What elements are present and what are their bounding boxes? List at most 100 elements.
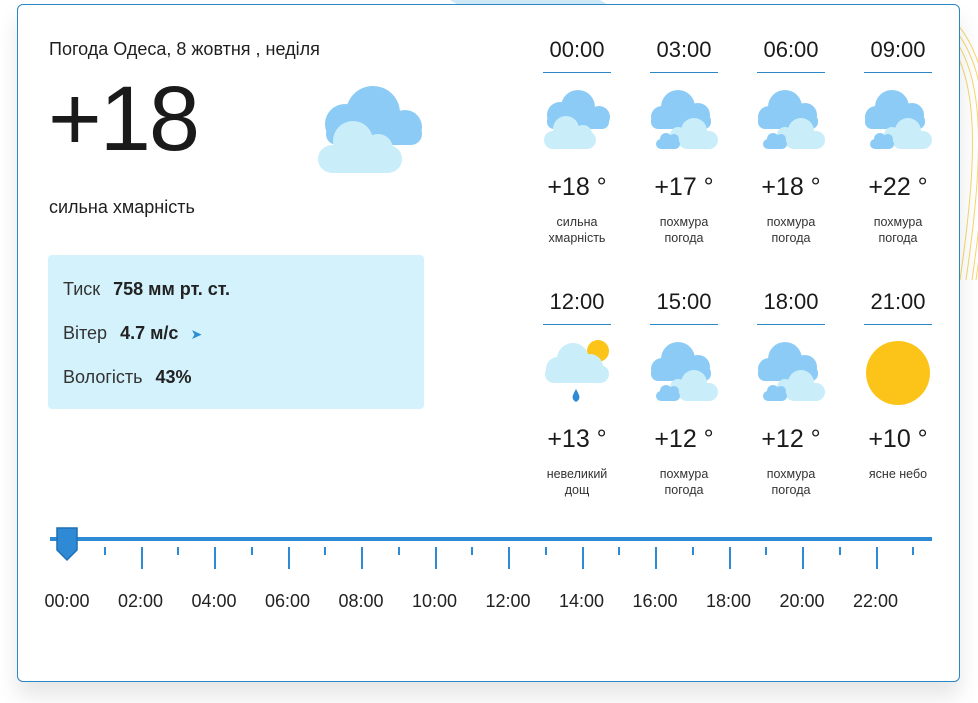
hourly-forecast-item: 03:00 +17 ° похмура погода: [639, 37, 729, 246]
weather-card: Погода Одеса, 8 жовтня , неділя +18 силь…: [17, 4, 960, 682]
cloudy-icon: [650, 87, 718, 160]
hour-temperature: +18 °: [761, 173, 821, 201]
sun-icon: [864, 339, 932, 412]
hourly-forecast-item: 00:00 +18 ° сильна хмарність: [532, 37, 622, 246]
humidity-label: Вологість: [63, 367, 143, 387]
hour-divider: [757, 324, 825, 325]
time-slider-tick: [214, 547, 216, 569]
hour-divider: [864, 72, 932, 73]
cloudy-icon: [757, 339, 825, 412]
time-slider-label[interactable]: 06:00: [253, 591, 323, 612]
time-slider-tick: [177, 547, 180, 555]
wind-row: Вітер 4.7 м/с ➤: [63, 323, 202, 344]
time-slider-label[interactable]: 22:00: [841, 591, 911, 612]
time-slider-tick: [103, 547, 106, 555]
cloudy-icon: [650, 339, 718, 412]
current-temperature: +18: [48, 68, 200, 170]
time-slider-label[interactable]: 14:00: [547, 591, 617, 612]
hour-time: 06:00: [763, 37, 819, 62]
hour-divider: [543, 72, 611, 73]
hour-condition-line: похмура: [659, 467, 709, 481]
time-slider-tick: [581, 547, 584, 569]
hour-condition-line: сильна: [556, 215, 598, 229]
time-slider-tick: [434, 547, 437, 569]
time-slider-tick: [838, 547, 841, 555]
hour-condition: похмура погода: [746, 466, 836, 498]
time-slider-tick: [802, 547, 804, 569]
time-slider-tick: [508, 547, 510, 569]
hour-condition-line: похмура: [766, 215, 816, 229]
hour-time: 21:00: [870, 289, 926, 314]
wind-label: Вітер: [63, 323, 108, 343]
hour-divider: [864, 324, 932, 325]
time-slider-track[interactable]: [50, 537, 932, 541]
cloudy-icon: [864, 87, 932, 160]
time-slider-tick: [728, 547, 731, 569]
time-slider-label[interactable]: 08:00: [326, 591, 396, 612]
hourly-forecast-item: 21:00 +10 ° ясне небо: [853, 289, 943, 482]
time-slider-label[interactable]: 12:00: [473, 591, 543, 612]
time-slider-tick: [691, 547, 694, 555]
hour-divider: [650, 72, 718, 73]
hour-condition-line: погода: [664, 231, 704, 245]
time-slider-tick: [140, 547, 143, 569]
cloud-icon: [318, 86, 422, 173]
time-slider-tick: [324, 547, 327, 555]
hourly-forecast-item: 18:00 +12 ° похмура погода: [746, 289, 836, 498]
hour-temperature: +18 °: [547, 173, 607, 201]
page-title: Погода Одеса, 8 жовтня , неділя: [49, 39, 320, 59]
hour-time: 12:00: [549, 289, 605, 314]
time-slider-label[interactable]: 02:00: [106, 591, 176, 612]
hour-temperature: +12 °: [654, 425, 714, 453]
details-panel: Тиск 758 мм рт. ст. Вітер 4.7 м/с ➤ Воло…: [48, 255, 424, 409]
time-slider-tick: [875, 547, 878, 569]
hour-divider: [650, 324, 718, 325]
hour-time: 09:00: [870, 37, 926, 62]
hour-condition: похмура погода: [639, 214, 729, 246]
hour-condition-line: хмарність: [548, 231, 606, 245]
time-slider-tick: [912, 547, 915, 555]
time-slider-tick: [471, 547, 474, 555]
hour-temperature: +13 °: [547, 425, 607, 453]
hour-condition: похмура погода: [746, 214, 836, 246]
time-slider-tick: [397, 547, 400, 555]
overcast-cloud-icon: [543, 87, 611, 160]
hour-condition-line: погода: [771, 231, 811, 245]
current-condition: сильна хмарність: [49, 197, 195, 217]
wind-value: 4.7 м/с: [120, 323, 179, 343]
hour-temperature: +10 °: [868, 425, 928, 453]
time-slider-label[interactable]: 20:00: [767, 591, 837, 612]
time-slider-tick: [765, 547, 768, 555]
hourly-forecast-item: 09:00 +22 ° похмура погода: [853, 37, 943, 246]
hour-divider: [757, 72, 825, 73]
time-slider-label[interactable]: 18:00: [694, 591, 764, 612]
hour-temperature: +17 °: [654, 173, 714, 201]
hour-condition-line: похмура: [873, 215, 923, 229]
hour-time: 00:00: [549, 37, 605, 62]
hour-condition-line: погода: [878, 231, 918, 245]
hour-condition: ясне небо: [853, 466, 943, 482]
time-slider-label[interactable]: 04:00: [179, 591, 249, 612]
hour-temperature: +12 °: [761, 425, 821, 453]
hour-time: 18:00: [763, 289, 819, 314]
hour-condition-line: похмура: [659, 215, 709, 229]
time-slider-handle[interactable]: [54, 526, 80, 562]
hour-condition-line: невеликий: [546, 467, 608, 481]
pressure-value: 758 мм рт. ст.: [113, 279, 231, 299]
pressure-row: Тиск 758 мм рт. ст.: [63, 279, 230, 300]
hour-condition: сильна хмарність: [532, 214, 622, 246]
time-slider-tick: [655, 547, 657, 569]
time-slider-label[interactable]: 00:00: [32, 591, 102, 612]
cloudy-icon: [757, 87, 825, 160]
hour-condition-line: погода: [664, 483, 704, 497]
time-slider-tick: [361, 547, 363, 569]
hour-condition: похмура погода: [639, 466, 729, 498]
time-slider-tick: [250, 547, 253, 555]
time-slider-label[interactable]: 10:00: [400, 591, 470, 612]
time-slider-tick: [287, 547, 290, 569]
hour-condition: невеликий дощ: [532, 466, 622, 498]
time-slider-label[interactable]: 16:00: [620, 591, 690, 612]
time-slider-tick: [544, 547, 547, 555]
time-slider-tick: [618, 547, 621, 555]
humidity-row: Вологість 43%: [63, 367, 192, 388]
